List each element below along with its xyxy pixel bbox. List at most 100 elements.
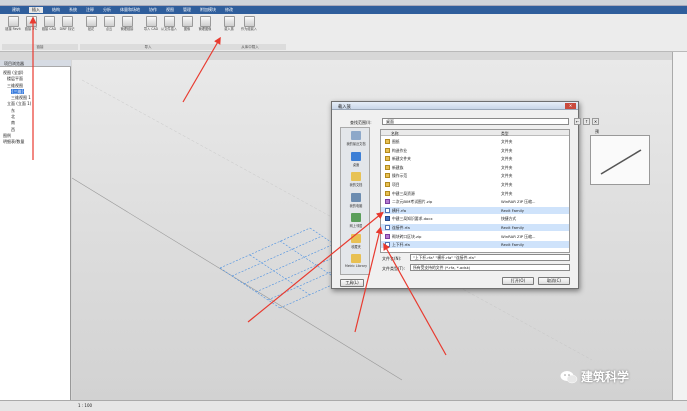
project-browser: 项目浏览器 视图 (全部) 楼层平面 三维视图 {三维} 三维视图 1 立面 (立面 1)… xyxy=(0,60,71,400)
ribbon-tab[interactable]: 管理 xyxy=(183,7,191,13)
file-row[interactable]: 项目 文件夹 xyxy=(381,181,569,188)
place-icon xyxy=(351,172,361,181)
ribbon-button[interactable]: 链接 Revit xyxy=(4,16,22,42)
places-item[interactable]: 我的文档 xyxy=(341,171,371,189)
ribbon-tab[interactable]: 分析 xyxy=(103,7,111,13)
file-row[interactable]: 中建三局知识要求.docx 快捷方式 xyxy=(381,215,569,222)
places-item[interactable]: 收藏夹 xyxy=(341,233,371,251)
ribbon-button[interactable]: 作为组载入 xyxy=(240,16,258,42)
ribbon-button[interactable]: 导入 CAD xyxy=(142,16,160,42)
ribbon-tab[interactable]: 协作 xyxy=(149,7,157,13)
ribbon-tab[interactable]: 系统 xyxy=(69,7,77,13)
column-name[interactable]: 名称 xyxy=(391,131,399,137)
cancel-button[interactable]: 取消(C) xyxy=(538,277,570,285)
revit-window: 建筑 插入 结构 系统 注释 分析 体量和场地 协作 视图 管理 附加模块 修改 链接 Revit 链接… xyxy=(0,0,687,411)
file-row[interactable]: 操作示范 文件夹 xyxy=(381,172,569,179)
look-in-dropdown[interactable]: 桌面 xyxy=(382,118,569,125)
place-label: 我的最近文档 xyxy=(346,142,366,146)
look-in-value: 桌面 xyxy=(386,119,394,124)
delete-icon[interactable]: ✕ xyxy=(592,118,599,125)
file-name: 构造作业 xyxy=(392,147,408,153)
ribbon-button[interactable]: 管理链接 xyxy=(118,16,136,42)
filetype-dropdown[interactable]: 所有受支持的文件 (*.rfa, *.adsk) xyxy=(410,264,570,271)
file-row[interactable]: 新建族 文件夹 xyxy=(381,164,569,171)
back-icon[interactable]: ← xyxy=(574,118,581,125)
places-item[interactable]: 我的最近文档 xyxy=(341,130,371,148)
file-type: 文件夹 xyxy=(501,182,513,187)
close-icon[interactable]: ✕ xyxy=(565,103,576,109)
ribbon-button-icon xyxy=(43,16,55,27)
ribbon-button-icon xyxy=(181,16,193,27)
ribbon-tab[interactable]: 修改 xyxy=(225,7,233,13)
file-row[interactable]: 构造作业 文件夹 xyxy=(381,147,569,154)
ribbon-tab[interactable]: 视图 xyxy=(166,7,174,13)
browser-tree-item-label: {三维} xyxy=(11,88,25,94)
ribbon-tab[interactable]: 附加模块 xyxy=(200,7,216,13)
dialog-toolbar: ← ↑ ✕ xyxy=(574,118,599,125)
file-row[interactable]: 砌块砖口区块.zip WinRAR ZIP 压缩... xyxy=(381,233,569,240)
file-name: 连接件.rfa xyxy=(392,225,410,230)
ribbon-tab[interactable]: 结构 xyxy=(52,7,60,13)
file-name: 项目 xyxy=(392,182,400,187)
file-row[interactable]: 二次元BIM考试图片.zip WinRAR ZIP 压缩... xyxy=(381,198,569,205)
browser-tree-item[interactable]: 明细表/数量 xyxy=(3,139,31,145)
ribbon-button[interactable]: 链接 CAD xyxy=(40,16,58,42)
file-type: WinRAR ZIP 压缩... xyxy=(501,233,536,239)
ribbon-tab[interactable]: 建筑 xyxy=(12,7,20,13)
folder-icon xyxy=(385,164,390,170)
ribbon-button[interactable]: 点云 xyxy=(100,16,118,42)
docx-icon xyxy=(385,216,390,222)
ribbon-panel: 链接 Revit 链接 IFC 链接 CAD DWF 标记 贴花 点云 管理链接 导入 CAD… xyxy=(0,14,687,52)
file-row[interactable]: 横杆.rfa Revit Family xyxy=(381,206,569,214)
ribbon-button-icon xyxy=(145,16,157,27)
ribbon-button[interactable]: 贴花 xyxy=(82,16,100,42)
ribbon-button-icon xyxy=(85,16,97,27)
file-row[interactable]: 图纸 文件夹 xyxy=(381,138,569,145)
places-item[interactable]: Metric Library xyxy=(341,253,371,271)
ribbon-button-label: 点云 xyxy=(105,27,113,31)
dialog-title-bar[interactable]: 载入族 ✕ xyxy=(332,102,578,110)
browser-tree-item[interactable]: 立面 (立面 1) xyxy=(3,101,31,107)
ribbon-button[interactable]: 管理图像 xyxy=(196,16,214,42)
file-list[interactable]: 名称 类型 图纸 文件夹 构造作业 文件夹 新建文件夹 文件夹 新建族 文件夹 操作示范 文件夹项… xyxy=(380,129,570,253)
file-name: 中建三局资源 xyxy=(392,190,415,196)
places-item[interactable]: 桌面 xyxy=(341,151,371,169)
filename-input[interactable]: "上下杆.rfa" "横杆.rfa" "连接件.rfa" xyxy=(410,254,570,261)
file-row[interactable]: 新建文件夹 文件夹 xyxy=(381,155,569,162)
ribbon-tab[interactable]: 注释 xyxy=(86,7,94,13)
folder-icon xyxy=(385,173,390,179)
places-item[interactable]: 我的电脑 xyxy=(341,192,371,210)
ribbon-tab[interactable]: 插入 xyxy=(29,7,43,13)
ribbon-button[interactable]: 从文件插入 xyxy=(160,16,178,42)
browser-tree-item-label: 图例 xyxy=(3,132,11,138)
up-folder-icon[interactable]: ↑ xyxy=(583,118,590,125)
place-icon xyxy=(351,131,361,140)
file-row[interactable]: 上下杆.rfa Revit Family xyxy=(381,241,569,249)
open-button[interactable]: 打开(O) xyxy=(502,277,534,285)
places-item[interactable]: 网上邻居 xyxy=(341,212,371,230)
tools-button[interactable]: 工具(L) xyxy=(340,279,364,287)
place-icon xyxy=(351,254,361,263)
properties-panel-edge[interactable] xyxy=(672,52,687,400)
ribbon-button[interactable]: DWF 标记 xyxy=(58,16,76,42)
watermark: 建筑科学 xyxy=(560,368,629,385)
file-type: 文件夹 xyxy=(501,164,513,170)
ribbon-tab[interactable]: 体量和场地 xyxy=(120,7,140,13)
ribbon-button[interactable]: 图像 xyxy=(178,16,196,42)
view-scale[interactable]: 1 : 100 xyxy=(78,403,92,408)
view-control-bar: 1 : 100 xyxy=(0,400,687,411)
ribbon-button[interactable]: 链接 IFC xyxy=(22,16,40,42)
ribbon-button-label: 载入族 xyxy=(224,27,234,31)
load-family-dialog: 载入族 ✕ 查找范围(I): 桌面 ← ↑ ✕ 我的最近文档 桌面 我的文档 我的电脑… xyxy=(331,101,650,289)
column-type[interactable]: 类型 xyxy=(501,131,509,137)
ribbon-button-label: 从文件插入 xyxy=(161,27,177,31)
browser-tree-item-label: 北 xyxy=(11,114,15,120)
project-browser-tree: 视图 (全部) 楼层平面 三维视图 {三维} 三维视图 1 立面 (立面 1) 东北南西图例… xyxy=(3,70,31,146)
places-bar: 我的最近文档 桌面我的文档我的电脑网上邻居收藏夹 Metric Library xyxy=(340,127,370,275)
project-browser-title: 项目浏览器 xyxy=(4,61,24,66)
ribbon-button[interactable]: 载入族 xyxy=(220,16,238,42)
browser-tree-item-label: 三维视图 xyxy=(7,82,23,88)
file-row[interactable]: 中建三局资源 文件夹 xyxy=(381,190,569,197)
file-row[interactable]: 连接件.rfa Revit Family xyxy=(381,224,569,231)
place-label: 桌面 xyxy=(352,162,360,167)
